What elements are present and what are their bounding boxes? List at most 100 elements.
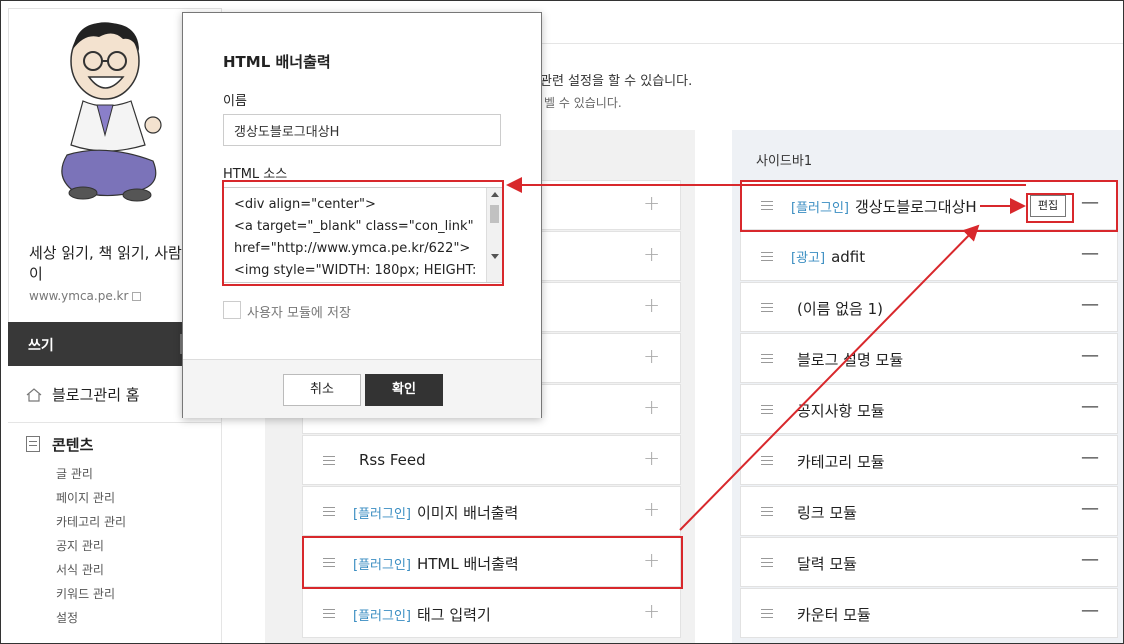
module-label: 카운터 모듈 [797, 606, 871, 624]
drag-handle-icon[interactable] [761, 354, 773, 363]
sidebar-module-banner-h[interactable]: [플러그인] 갱상도블로그대상H 편집 — [740, 180, 1118, 230]
plugin-tag: [플러그인] [353, 558, 411, 573]
sidebar-module-link[interactable]: 링크 모듈 — [740, 486, 1118, 536]
drag-handle-icon[interactable] [761, 609, 773, 618]
module-label: 공지사항 모듈 [797, 402, 885, 420]
drag-handle-icon[interactable] [761, 456, 773, 465]
plugin-tag: [플러그인] [791, 201, 849, 216]
menu-contents[interactable]: 콘텐츠 [26, 434, 93, 455]
add-icon[interactable]: + [643, 601, 660, 621]
html-source-label: HTML 소스 [223, 167, 288, 182]
module-name: 링크 모듈 [791, 502, 857, 523]
module-label: 이미지 배너출력 [416, 504, 519, 522]
drag-handle-icon[interactable] [323, 456, 335, 465]
module-name: Rss Feed [353, 451, 426, 469]
submenu-template-manage[interactable]: 서식 관리 [56, 558, 126, 582]
module-row-tag-input[interactable]: [플러그인] 태그 입력기 + [302, 588, 681, 638]
plugin-tag: [플러그인] [353, 609, 411, 624]
menu-blog-admin-home[interactable]: 블로그관리 홈 [26, 384, 140, 405]
module-name: [광고] adfit [791, 247, 865, 266]
drag-handle-icon[interactable] [761, 252, 773, 261]
module-name: [플러그인] 태그 입력기 [353, 604, 491, 625]
module-name: [플러그인] 갱상도블로그대상H [791, 196, 977, 217]
remove-icon[interactable]: — [1081, 243, 1099, 264]
html-source-textarea[interactable]: <div align="center"> <a target="_blank" c… [223, 187, 503, 283]
sidebar-module-unnamed[interactable]: (이름 없음 1) — [740, 282, 1118, 332]
remove-icon[interactable]: — [1081, 345, 1099, 366]
module-label: 갱상도블로그대상H [854, 198, 977, 216]
source-line: <a target="_blank" class="con_link" [234, 219, 474, 234]
edit-button[interactable]: 편집 [1030, 195, 1066, 217]
remove-icon[interactable]: — [1081, 549, 1099, 570]
add-icon[interactable]: + [643, 244, 660, 264]
sidebar-module-counter[interactable]: 카운터 모듈 — [740, 588, 1118, 638]
remove-icon[interactable]: — [1081, 192, 1099, 213]
submenu-keyword-manage[interactable]: 키워드 관리 [56, 582, 126, 606]
drag-handle-icon[interactable] [323, 609, 335, 618]
module-label: 링크 모듈 [797, 504, 857, 522]
remove-icon[interactable]: — [1081, 498, 1099, 519]
drag-handle-icon[interactable] [761, 558, 773, 567]
module-name: 달력 모듈 [791, 553, 857, 574]
drag-handle-icon[interactable] [323, 507, 335, 516]
scroll-up-icon[interactable] [491, 192, 499, 197]
submenu-notice-manage[interactable]: 공지 관리 [56, 534, 126, 558]
contents-submenu: 글 관리 페이지 관리 카테고리 관리 공지 관리 서식 관리 키워드 관리 설… [56, 462, 126, 630]
cancel-button[interactable]: 취소 [283, 374, 361, 406]
scroll-down-icon[interactable] [491, 254, 499, 259]
add-icon[interactable]: + [643, 550, 660, 570]
save-user-module-checkbox[interactable] [223, 301, 241, 319]
source-line: <img style="WIDTH: 180px; HEIGHT: [234, 263, 477, 278]
textarea-scrollbar[interactable] [486, 188, 502, 282]
confirm-button[interactable]: 확인 [365, 374, 443, 406]
submenu-post-manage[interactable]: 글 관리 [56, 462, 126, 486]
page-description: 관련 설정을 할 수 있습니다. [540, 74, 693, 89]
add-icon[interactable]: + [643, 295, 660, 315]
scroll-thumb[interactable] [490, 205, 499, 223]
blog-title-continued[interactable]: 이 [29, 263, 43, 284]
sidebar1-label: 사이드바1 [756, 154, 813, 169]
name-input[interactable] [223, 114, 501, 146]
module-label: 달력 모듈 [797, 555, 857, 573]
remove-icon[interactable]: — [1081, 294, 1099, 315]
dialog-footer: 취소 확인 [183, 359, 541, 418]
source-line: <div align="center"> [234, 197, 376, 212]
module-name: 공지사항 모듈 [791, 400, 885, 421]
module-row-html-banner[interactable]: [플러그인] HTML 배너출력 + [302, 537, 681, 587]
drag-handle-icon[interactable] [761, 201, 773, 210]
drag-handle-icon[interactable] [761, 303, 773, 312]
sidebar-module-calendar[interactable]: 달력 모듈 — [740, 537, 1118, 587]
remove-icon[interactable]: — [1081, 447, 1099, 468]
submenu-page-manage[interactable]: 페이지 관리 [56, 486, 126, 510]
sidebar-module-adfit[interactable]: [광고] adfit — [740, 231, 1118, 281]
blog-url-link[interactable]: www.ymca.pe.kr [29, 289, 142, 303]
sidebar-module-notice[interactable]: 공지사항 모듈 — [740, 384, 1118, 434]
remove-icon[interactable]: — [1081, 396, 1099, 417]
drag-handle-icon[interactable] [323, 558, 335, 567]
page-description-sub: 벨 수 있습니다. [544, 96, 622, 110]
remove-icon[interactable]: — [1081, 600, 1099, 621]
write-label: 쓰기 [28, 338, 54, 354]
document-icon [26, 436, 40, 452]
sidebar-module-category[interactable]: 카테고리 모듈 — [740, 435, 1118, 485]
module-label: Rss Feed [359, 451, 426, 469]
add-icon[interactable]: + [643, 346, 660, 366]
add-icon[interactable]: + [643, 499, 660, 519]
dialog-title: HTML 배너출력 [223, 53, 331, 71]
submenu-settings[interactable]: 설정 [56, 606, 126, 630]
drag-handle-icon[interactable] [761, 405, 773, 414]
sidebar-module-blog-desc[interactable]: 블로그 설명 모듈 — [740, 333, 1118, 383]
menu-divider [8, 422, 222, 423]
drag-handle-icon[interactable] [761, 507, 773, 516]
add-icon[interactable]: + [643, 397, 660, 417]
module-name: [플러그인] 이미지 배너출력 [353, 502, 518, 523]
module-row-image-banner[interactable]: [플러그인] 이미지 배너출력 + [302, 486, 681, 536]
module-name: 카테고리 모듈 [791, 451, 885, 472]
add-icon[interactable]: + [643, 193, 660, 213]
add-icon[interactable]: + [643, 448, 660, 468]
save-user-module-label[interactable]: 사용자 모듈에 저장 [247, 302, 351, 321]
plugin-tag: [플러그인] [353, 507, 411, 522]
submenu-category-manage[interactable]: 카테고리 관리 [56, 510, 126, 534]
module-label: adfit [831, 248, 866, 266]
module-row-rss-feed[interactable]: Rss Feed + [302, 435, 681, 485]
